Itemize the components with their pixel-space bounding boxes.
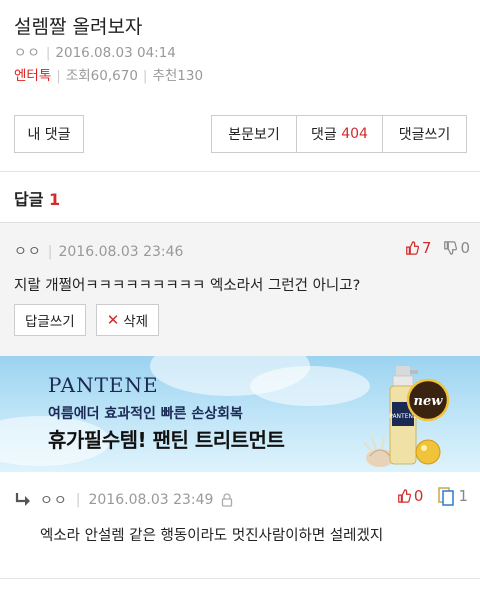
view-post-button[interactable]: 본문보기	[212, 116, 297, 152]
ad-banner[interactable]: PANTENE 여름에더 효과적인 빠른 손상회복 휴가필수템! 팬틴 트리트먼…	[0, 356, 480, 472]
write-reply-button[interactable]: 답글쓰기	[14, 304, 86, 336]
post-category[interactable]: 엔터톡	[14, 68, 51, 84]
reply-text: 지랄 개쩔어ㅋㅋㅋㅋㅋㅋㅋㅋㅋ 엑소라서 그런건 아니고?	[14, 278, 361, 294]
ad-headline: 휴가필수템! 팬틴 트리트먼트	[48, 428, 285, 452]
upvote-count: 7	[421, 239, 432, 257]
replies-count: 1	[49, 190, 61, 209]
toolbar-button-group: 본문보기 댓글 404 댓글쓰기	[211, 115, 467, 153]
downvote-count: 0	[460, 239, 470, 257]
reply-item: ㅇㅇ | 2016.08.03 23:46 7 0 지랄 개쩔어ㅋㅋㅋㅋㅋㅋㅋㅋㅋ …	[0, 222, 480, 356]
post-meta: ㅇㅇ | 2016.08.03 04:14	[14, 43, 466, 63]
upvote-button[interactable]: 7	[405, 239, 432, 257]
new-badge-text: new	[414, 394, 444, 409]
sub-reply-date: 2016.08.03 23:49	[88, 492, 214, 508]
sub-reply-text: 엑소라 안설렘 같은 행동이라도 멋진사람이하면 설레겠지	[40, 528, 384, 544]
delete-button[interactable]: ✕ 삭제	[95, 304, 160, 336]
post-title: 설렘짤 올려보자	[14, 16, 143, 38]
ad-subtitle: 여름에더 효과적인 빠른 손상회복	[48, 406, 243, 422]
separator: |	[75, 492, 81, 508]
lock-icon	[222, 493, 233, 507]
reply-date: 2016.08.03 23:46	[58, 244, 184, 260]
reply-actions: 답글쓰기 ✕ 삭제	[14, 304, 160, 336]
comments-count: 404	[341, 126, 368, 142]
post-stats: 엔터톡 | 조회60,670 | 추천130	[14, 66, 466, 86]
post-recommends: 추천130	[152, 68, 204, 84]
sub-reply-author[interactable]: ㅇㅇ	[40, 490, 68, 510]
reply-votes: 7 0	[405, 239, 470, 257]
separator: |	[45, 45, 51, 61]
my-comments-button[interactable]: 내 댓글	[14, 115, 84, 153]
post-header: 설렘짤 올려보자 ㅇㅇ | 2016.08.03 04:14 엔터톡 | 조회60,67…	[0, 0, 480, 100]
divider	[0, 171, 480, 172]
reply-meta: ㅇㅇ | 2016.08.03 23:46	[14, 241, 183, 261]
close-icon: ✕	[106, 311, 120, 329]
separator: |	[47, 244, 53, 260]
thumbs-up-icon	[406, 241, 419, 255]
thumbs-down-icon	[444, 241, 458, 255]
sub-reply-votes: 0 1	[397, 486, 468, 506]
ad-brand: PANTENE	[48, 373, 159, 397]
cloud-decoration	[250, 366, 370, 406]
downvote-button[interactable]: 1	[437, 486, 468, 506]
reply-author[interactable]: ㅇㅇ	[14, 244, 42, 260]
replies-header: 답글 1	[14, 186, 60, 210]
separator: |	[142, 68, 148, 84]
divider	[0, 578, 480, 579]
comment-toolbar: 내 댓글 본문보기 댓글 404 댓글쓰기	[0, 115, 480, 157]
post-date: 2016.08.03 04:14	[55, 45, 176, 61]
sub-reply-item: ㅇㅇ | 2016.08.03 23:49 0 1 엑소라 안설렘 같은 행동이라도…	[0, 472, 480, 580]
replies-label: 답글	[14, 190, 44, 209]
comments-label: 댓글	[311, 127, 337, 143]
thumbs-up-icon	[398, 489, 411, 503]
separator: |	[56, 68, 61, 84]
post-author[interactable]: ㅇㅇ	[14, 45, 41, 61]
upvote-button[interactable]: 0	[397, 487, 424, 505]
upvote-count: 0	[413, 487, 424, 505]
write-comment-button[interactable]: 댓글쓰기	[383, 116, 466, 152]
downvote-count: 1	[458, 487, 468, 505]
new-badge-icon: new	[406, 378, 450, 422]
delete-label: 삭제	[123, 314, 149, 330]
sub-reply-meta: ㅇㅇ | 2016.08.03 23:49	[14, 490, 233, 510]
downvote-button[interactable]: 0	[443, 239, 470, 257]
document-icon	[438, 487, 455, 506]
post-views: 조회60,670	[65, 68, 138, 84]
comments-button[interactable]: 댓글 404	[297, 116, 383, 152]
reply-arrow-icon	[15, 493, 30, 506]
